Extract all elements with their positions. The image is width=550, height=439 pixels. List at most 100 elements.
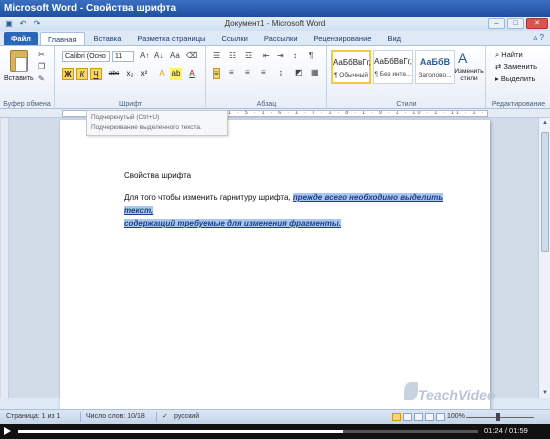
text-effects-button[interactable]: A (156, 68, 168, 80)
tooltip-body: Подчеркивание выделенного текста. (91, 124, 202, 131)
tab-page-layout[interactable]: Разметка страницы (130, 32, 212, 45)
copy-icon[interactable]: ❐ (38, 62, 45, 71)
bullets-icon[interactable]: ☰ (213, 51, 220, 60)
tab-review[interactable]: Рецензирование (307, 32, 379, 45)
borders-icon[interactable]: ▦ (311, 68, 319, 77)
line-spacing-icon[interactable]: ↨ (279, 68, 283, 77)
multilevel-list-icon[interactable]: ☲ (245, 51, 252, 60)
outline-view-icon[interactable] (425, 413, 434, 421)
paste-icon[interactable] (10, 50, 28, 72)
highlight-icon[interactable]: ab (170, 68, 182, 80)
font-size-select[interactable]: 11 (112, 51, 134, 62)
status-divider (80, 412, 81, 422)
play-icon[interactable] (4, 427, 11, 435)
find-label: Найти (501, 50, 523, 59)
replace-button[interactable]: ⇄ Заменить (495, 62, 537, 71)
paragraph-group-label: Абзац (256, 101, 277, 108)
find-button[interactable]: ⌕ Найти (495, 50, 523, 60)
outer-window-title: Microsoft Word - Свойства шрифта (0, 0, 550, 17)
style-no-spacing[interactable]: АаБбВвГг, ¶ Без инте... (373, 50, 413, 84)
tab-insert[interactable]: Вставка (87, 32, 129, 45)
clipboard-group-label: Буфер обмена (3, 101, 51, 108)
style-name: ¶ Без инте... (374, 71, 412, 78)
zoom-slider[interactable] (466, 417, 534, 418)
styles-group-label: Стили (396, 101, 417, 108)
font-name-select[interactable]: Calibri (Осно (62, 51, 110, 62)
clear-format-icon[interactable]: ⌫ (186, 51, 197, 60)
align-center-icon[interactable]: ≡ (229, 68, 234, 77)
font-group-label: Шрифт (118, 101, 143, 108)
vertical-ruler[interactable] (1, 118, 9, 398)
shrink-font-icon[interactable]: A↓ (154, 51, 163, 60)
superscript-button[interactable]: x² (138, 68, 150, 80)
format-painter-icon[interactable]: ✎ (38, 74, 45, 83)
change-case-icon[interactable]: Aa (170, 51, 180, 60)
vertical-scrollbar[interactable]: ▲ ▼ (538, 118, 550, 398)
tab-view[interactable]: Вид (380, 32, 408, 45)
page-count[interactable]: Страница: 1 из 1 (6, 410, 60, 424)
change-styles-button[interactable]: Изменить стили (452, 68, 486, 82)
sort-icon[interactable]: ↕ (293, 51, 297, 60)
video-time: 01:24 / 01:59 (484, 426, 528, 435)
numbering-icon[interactable]: ☷ (229, 51, 236, 60)
select-button[interactable]: ▸ Выделить (495, 74, 535, 83)
video-player-bar: 01:24 / 01:59 (0, 424, 550, 439)
italic-button[interactable]: К (76, 68, 88, 80)
strikethrough-button[interactable]: abc (108, 68, 120, 80)
scroll-thumb[interactable] (541, 132, 549, 252)
print-layout-view-icon[interactable] (392, 413, 401, 421)
tab-mailings[interactable]: Рассылки (257, 32, 305, 45)
justify-icon[interactable]: ≡ (261, 68, 266, 77)
increase-indent-icon[interactable]: ⇥ (277, 51, 284, 60)
decrease-indent-icon[interactable]: ⇤ (263, 51, 270, 60)
scroll-up-icon[interactable]: ▲ (539, 118, 550, 128)
document-canvas: Свойства шрифта Для того чтобы изменить … (0, 118, 538, 410)
draft-view-icon[interactable] (436, 413, 445, 421)
tooltip: Подчеркнутый (Ctrl+U) Подчеркивание выде… (86, 110, 228, 136)
subscript-button[interactable]: x₂ (124, 68, 136, 80)
tab-references[interactable]: Ссылки (214, 32, 254, 45)
font-color-button[interactable]: A (186, 68, 198, 80)
language[interactable]: русский (174, 410, 199, 424)
help-icon[interactable]: ▵ ? (533, 33, 544, 42)
style-name: Заголово... (418, 72, 452, 79)
bold-button[interactable]: Ж (62, 68, 74, 80)
watermark: TeachVideo (418, 387, 496, 403)
horizontal-ruler[interactable]: · 1 · 1 · 2 · 1 · 3 · 1 · 4 · 1 · 5 · 1 … (0, 109, 550, 118)
video-progress-bar[interactable] (18, 430, 478, 433)
align-left-icon[interactable]: ≡ (213, 68, 220, 79)
zoom-slider-thumb[interactable] (496, 413, 500, 421)
video-progress-fill (18, 430, 343, 433)
word-count[interactable]: Число слов: 10/18 (86, 410, 145, 424)
paste-button[interactable]: Вставить (4, 75, 34, 82)
zoom-level[interactable]: 100% (447, 410, 465, 424)
proofing-icon[interactable]: ✓ (162, 410, 168, 424)
close-button[interactable]: ✕ (526, 18, 548, 29)
full-screen-view-icon[interactable] (403, 413, 412, 421)
underline-button[interactable]: Ч (90, 68, 102, 80)
tab-file[interactable]: Файл (4, 32, 38, 45)
cut-icon[interactable]: ✂ (38, 50, 45, 59)
shading-icon[interactable]: ◩ (295, 68, 303, 77)
status-bar: Страница: 1 из 1 Число слов: 10/18 ✓ рус… (0, 409, 550, 424)
grow-font-icon[interactable]: A↑ (140, 51, 149, 60)
style-preview: АаБбВвГг, (333, 58, 371, 67)
style-heading1[interactable]: АаБбВ Заголово... (415, 50, 455, 84)
tab-home[interactable]: Главная (39, 32, 85, 45)
style-normal[interactable]: АаБбВвГг, ¶ Обычный (331, 50, 371, 84)
minimize-button[interactable]: – (488, 18, 505, 29)
align-right-icon[interactable]: ≡ (245, 68, 250, 77)
show-marks-icon[interactable]: ¶ (309, 51, 313, 60)
style-preview: АаБбВвГг, (374, 57, 412, 66)
scroll-down-icon[interactable]: ▼ (539, 388, 550, 398)
paragraph-plain-text: Для того чтобы изменить гарнитуру шрифта… (124, 193, 293, 202)
change-styles-icon[interactable]: A (458, 50, 467, 66)
maximize-button[interactable]: □ (507, 18, 524, 29)
document-heading[interactable]: Свойства шрифта (124, 171, 191, 180)
document-page[interactable]: Свойства шрифта Для того чтобы изменить … (60, 120, 490, 410)
replace-label: Заменить (503, 62, 538, 71)
style-name: ¶ Обычный (333, 72, 369, 79)
document-paragraph[interactable]: Для того чтобы изменить гарнитуру шрифта… (124, 191, 444, 230)
clipboard-group: Вставить ✂ ❐ ✎ Буфер обмена (0, 46, 55, 109)
web-layout-view-icon[interactable] (414, 413, 423, 421)
